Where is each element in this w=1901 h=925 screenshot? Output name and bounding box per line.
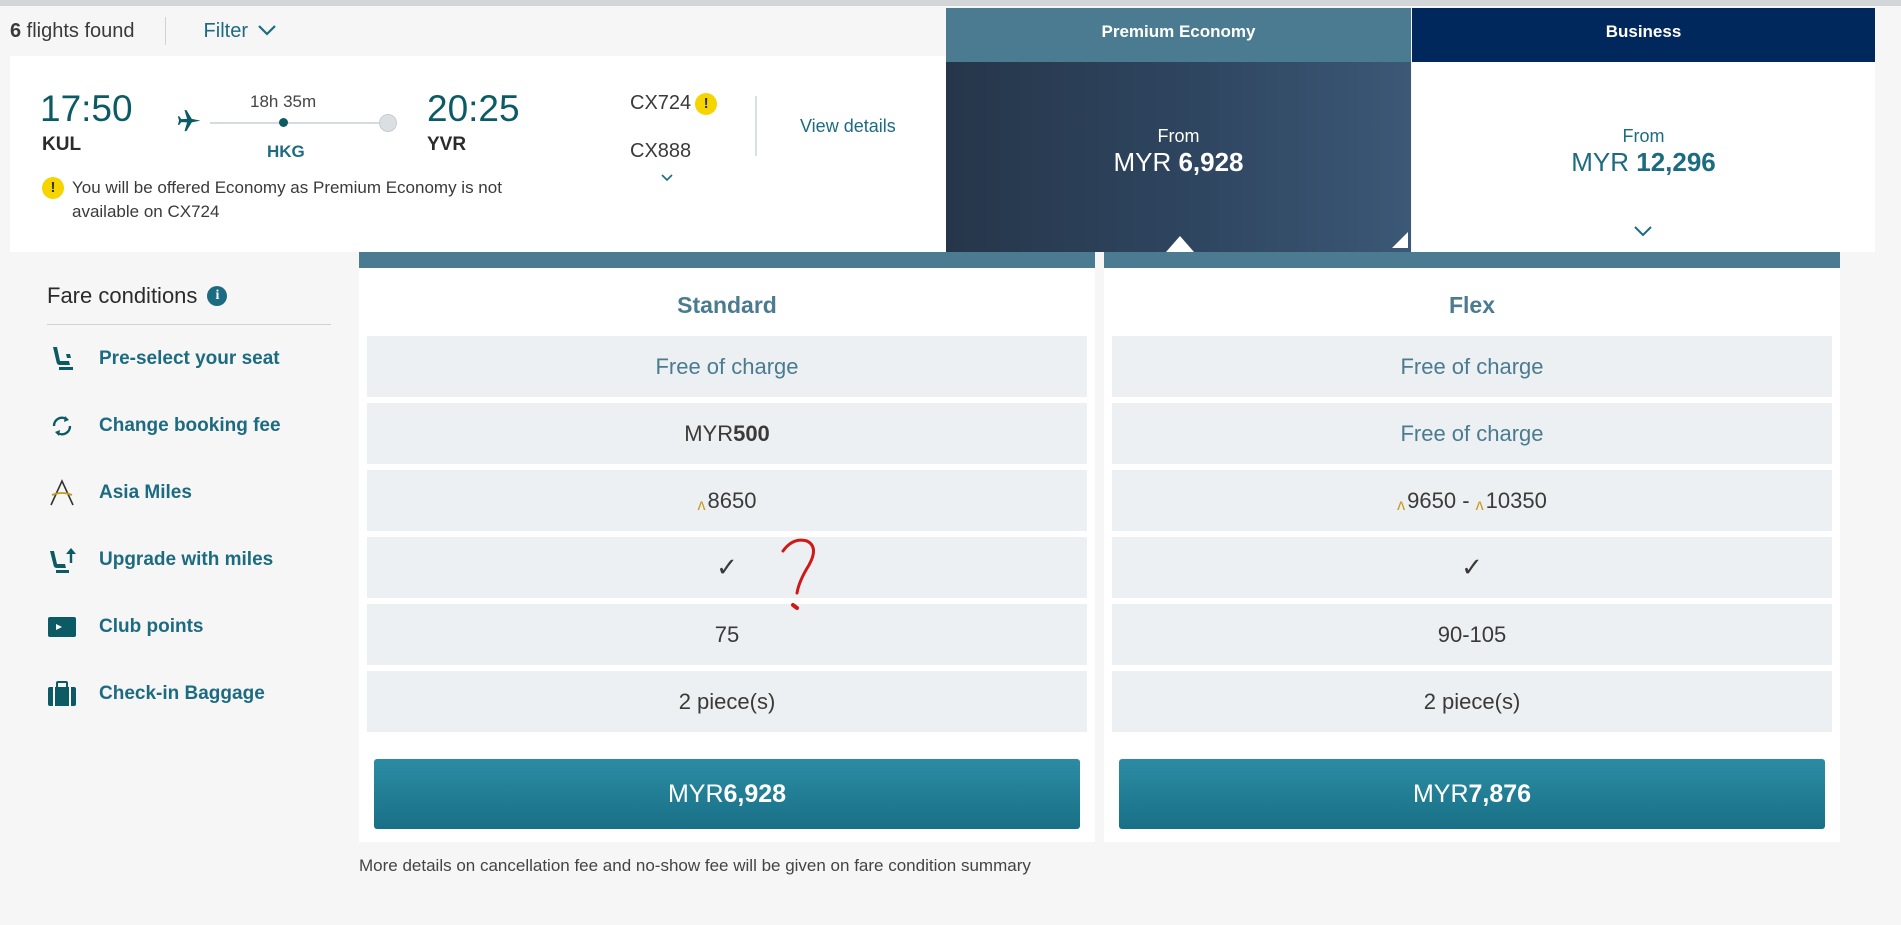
baggage-icon	[47, 679, 77, 709]
fare-footnote: More details on cancellation fee and no-…	[359, 856, 1031, 875]
flight-duration: 18h 35m	[250, 92, 317, 111]
fare-condition-change-fee: Change booking fee	[47, 406, 337, 446]
flight-number-1: CX724 !	[630, 92, 718, 115]
fare-flex: Flex Free of charge Free of charge ʌ 9650…	[1104, 252, 1840, 842]
warning-icon: !	[42, 177, 64, 199]
checkmark-icon: ✓	[1461, 552, 1483, 582]
select-flex-button[interactable]: MYR 7,876	[1119, 759, 1825, 829]
flight-card: 17:50 KUL 18h 35m HKG 20:25 YVR CX724 ! …	[10, 56, 946, 252]
question-mark-annotation	[781, 538, 815, 610]
club-points-value: 90-105	[1112, 604, 1832, 665]
asia-miles-value: ʌ 8650	[367, 470, 1087, 531]
fare-name: Standard	[677, 292, 777, 318]
filter-button[interactable]: Filter	[204, 20, 276, 43]
chevron-down-icon	[258, 25, 276, 36]
chevron-down-icon	[661, 174, 673, 182]
chevron-down-icon[interactable]	[1634, 226, 1652, 238]
selected-indicator	[1166, 236, 1194, 252]
economy-notice: ! You will be offered Economy as Premium…	[42, 176, 542, 224]
seat-value: Free of charge	[367, 336, 1087, 397]
club-card-icon	[47, 612, 77, 642]
flights-found-count: 6 flights found	[10, 19, 135, 42]
fare-condition-asia-miles: Asia Miles	[47, 473, 337, 513]
fare-condition-seat: Pre-select your seat	[47, 339, 337, 379]
corner-marker	[1392, 232, 1408, 248]
stopover-dot	[279, 118, 288, 127]
asia-miles-icon	[47, 478, 77, 508]
fare-header-bar	[359, 252, 1095, 268]
seat-value: Free of charge	[1112, 336, 1832, 397]
view-details-link[interactable]: View details	[800, 116, 896, 137]
change-fee-value: Free of charge	[1112, 403, 1832, 464]
destination-dot	[379, 114, 397, 132]
arrive-time: 20:25	[427, 88, 520, 129]
checkmark-icon: ✓	[716, 552, 738, 582]
route-line	[210, 122, 395, 124]
tab-premium-economy[interactable]: Premium Economy	[946, 8, 1411, 62]
fare-standard: Standard Free of charge MYR 500 ʌ 8650 ✓ 7…	[359, 252, 1095, 842]
divider	[755, 96, 757, 156]
seat-icon	[47, 344, 77, 374]
fare-condition-upgrade: Upgrade with miles	[47, 540, 337, 580]
divider	[164, 17, 166, 45]
fare-condition-club-points: Club points	[47, 607, 337, 647]
premium-economy-price: MYR 6,928	[1113, 147, 1244, 177]
business-price-card[interactable]: From MYR 12,296	[1412, 62, 1875, 252]
baggage-value: 2 piece(s)	[367, 671, 1087, 732]
select-standard-button[interactable]: MYR 6,928	[374, 759, 1080, 829]
info-icon[interactable]: i	[207, 286, 228, 306]
fare-header-bar	[1104, 252, 1840, 268]
arrive-airport: YVR	[427, 134, 467, 155]
premium-economy-price-card[interactable]: From MYR 6,928	[946, 62, 1411, 252]
upgrade-value: ✓	[367, 537, 1087, 598]
flight-number-2: CX888	[630, 140, 692, 162]
change-fee-value: MYR 500	[367, 403, 1087, 464]
club-points-value: 75	[367, 604, 1087, 665]
depart-airport: KUL	[42, 134, 82, 155]
results-bar: 6 flights found Filter	[0, 6, 946, 56]
refresh-icon	[47, 411, 77, 441]
asia-miles-icon: ʌ	[1397, 496, 1406, 514]
business-price: MYR 12,296	[1571, 147, 1716, 177]
fare-name: Flex	[1448, 292, 1496, 318]
plane-icon	[176, 106, 204, 139]
asia-miles-icon: ʌ	[1475, 496, 1484, 514]
tab-business[interactable]: Business	[1412, 8, 1875, 62]
upgrade-value: ✓	[1112, 537, 1832, 598]
asia-miles-value: ʌ 9650 - ʌ 10350	[1112, 470, 1832, 531]
fare-condition-baggage: Check-in Baggage	[47, 674, 337, 714]
seat-upgrade-icon	[47, 545, 77, 575]
baggage-value: 2 piece(s)	[1112, 671, 1832, 732]
fare-conditions-title: Fare conditions i	[47, 283, 228, 309]
stopover-airport: HKG	[267, 142, 305, 161]
depart-time: 17:50	[40, 88, 133, 129]
warning-icon: !	[695, 92, 718, 115]
asia-miles-icon: ʌ	[697, 496, 706, 514]
divider	[47, 324, 331, 325]
